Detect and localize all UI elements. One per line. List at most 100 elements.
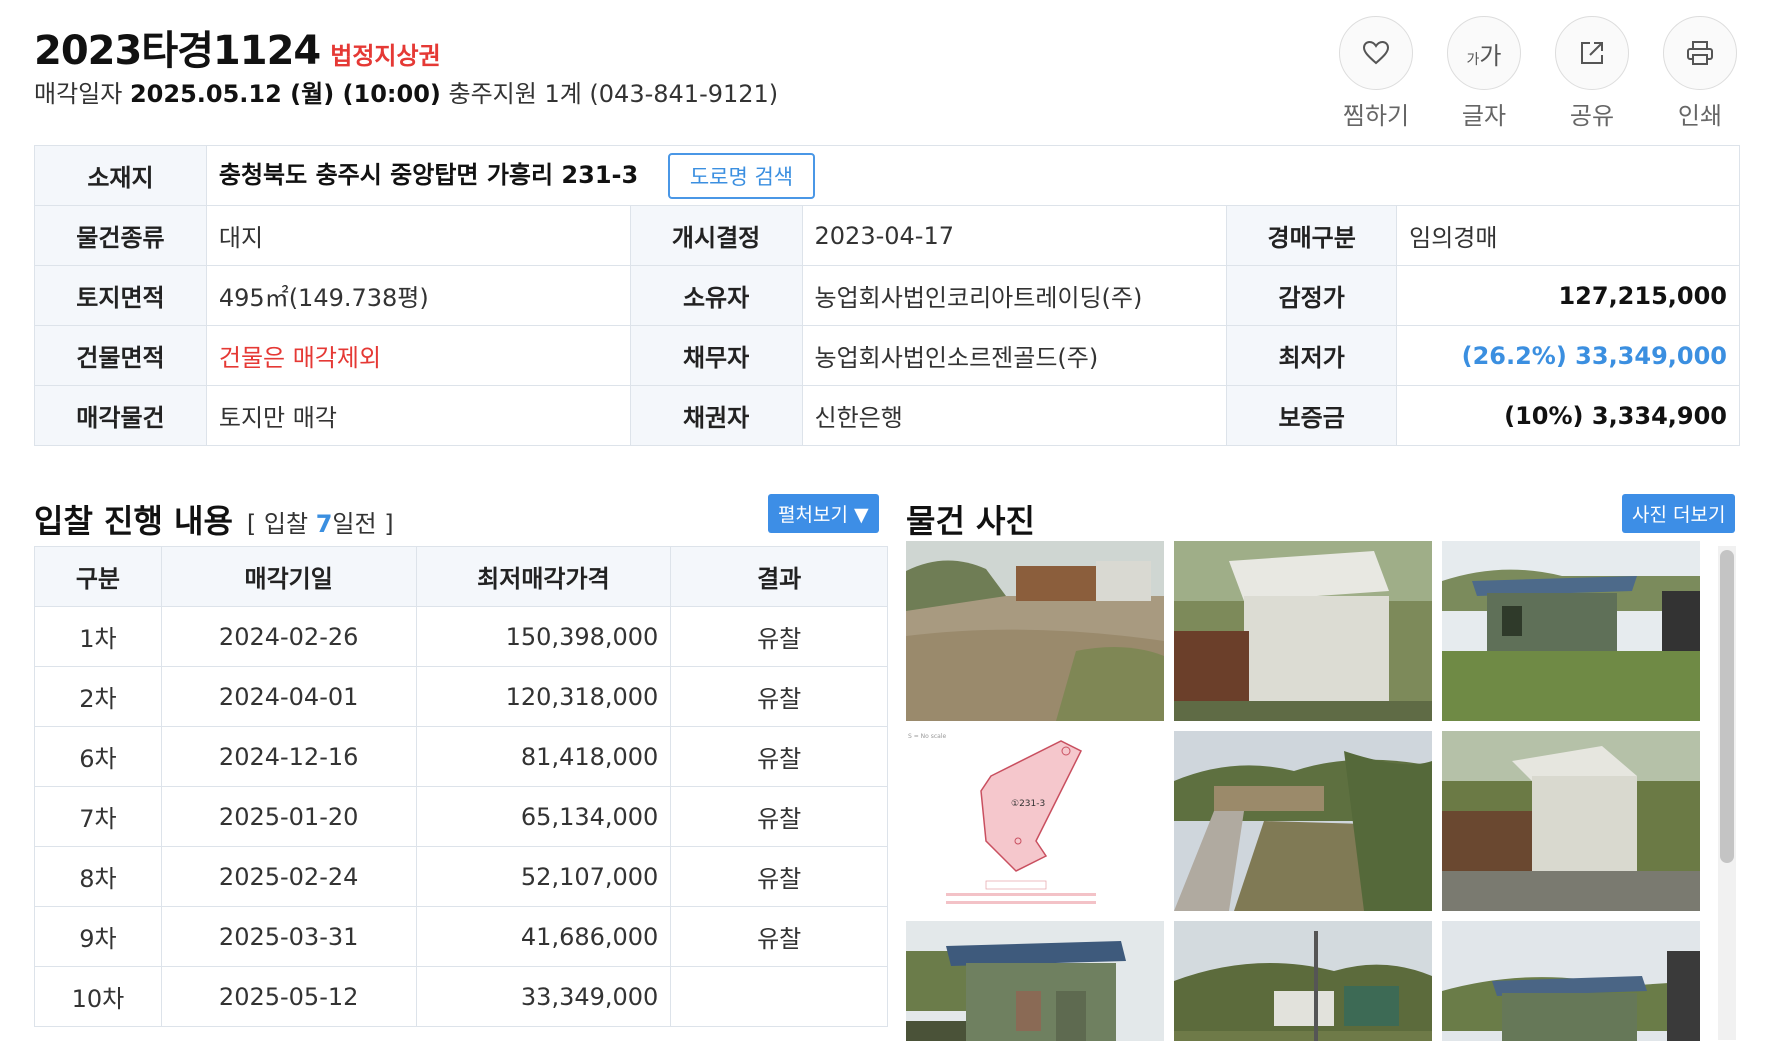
info-value: 495㎡(149.738평) <box>205 265 631 326</box>
property-map[interactable]: S = No scale ①231-3 <box>906 731 1164 911</box>
price-cell: 52,107,000 <box>415 846 672 907</box>
info-row: 물건종류 대지 개시결정 2023-04-17 경매구분 임의경매 <box>34 205 1740 266</box>
print-icon <box>1687 41 1713 65</box>
action-bar: 찜하기 가가 글자 공유 인쇄 <box>1338 16 1738 131</box>
font-size-label: 글자 <box>1461 102 1507 130</box>
favorite-button[interactable]: 찜하기 <box>1338 16 1414 131</box>
address-value: 충청북도 충주시 중앙탑면 가흥리 231-3 <box>218 160 639 189</box>
info-label: 경매구분 <box>1226 205 1398 266</box>
property-photo[interactable] <box>1442 921 1700 1041</box>
column-header: 매각기일 <box>160 546 417 607</box>
column-header: 결과 <box>670 546 888 607</box>
sale-info: 매각일자 2025.05.12 (월) (10:00) 충주지원 1계 (043… <box>34 74 778 109</box>
property-photo[interactable] <box>1174 541 1432 721</box>
date-cell: 2024-04-01 <box>160 666 417 727</box>
round-cell: 6차 <box>34 726 162 787</box>
round-cell: 7차 <box>34 786 162 847</box>
case-title: 2023타경1124 법정지상권 <box>34 18 441 76</box>
info-label: 물건종류 <box>34 205 207 266</box>
shed-photo <box>1174 541 1432 721</box>
round-cell: 10차 <box>34 966 162 1027</box>
map-photo: S = No scale ①231-3 <box>906 731 1164 911</box>
deposit-value: (10%) 3,334,900 <box>1396 385 1740 446</box>
expand-button[interactable]: 펼처보기 ▼ <box>768 494 879 533</box>
print-button[interactable]: 인쇄 <box>1662 16 1738 131</box>
info-label: 채권자 <box>629 385 803 446</box>
info-label: 소유자 <box>629 265 803 326</box>
favorite-label: 찜하기 <box>1342 102 1410 130</box>
result-cell: 유찰 <box>670 606 888 667</box>
info-value: 임의경매 <box>1396 205 1740 266</box>
info-label: 토지면적 <box>34 265 207 326</box>
share-icon <box>1581 42 1603 64</box>
price-cell: 120,318,000 <box>415 666 672 727</box>
building-excluded-value: 건물은 매각제외 <box>205 325 631 386</box>
date-cell: 2025-05-12 <box>160 966 417 1027</box>
font-size-button[interactable]: 가가 글자 <box>1446 16 1522 131</box>
column-header: 구분 <box>34 546 162 607</box>
info-value: 농업회사법인코리아트레이딩(주) <box>801 265 1228 326</box>
info-row: 토지면적 495㎡(149.738평) 소유자 농업회사법인코리아트레이딩(주)… <box>34 265 1740 326</box>
info-row: 건물면적 건물은 매각제외 채무자 농업회사법인소르젠골드(주) 최저가 (26… <box>34 325 1740 386</box>
info-label: 매각물건 <box>34 385 207 446</box>
property-photo[interactable] <box>1174 921 1432 1041</box>
price-cell: 81,418,000 <box>415 726 672 787</box>
property-photo[interactable] <box>906 541 1164 721</box>
road-search-button[interactable]: 도로명 검색 <box>667 152 816 199</box>
font-size-icon: 가가 <box>1466 41 1502 70</box>
result-cell <box>670 966 888 1027</box>
photo-scrollbar-thumb[interactable] <box>1720 550 1734 863</box>
property-info-table: 소재지 충청북도 충주시 중앙탑면 가흥리 231-3 도로명 검색 물건종류 … <box>34 145 1741 446</box>
case-number: 2023타경1124 <box>34 28 321 74</box>
info-row: 매각물건 토지만 매각 채권자 신한은행 보증금 (10%) 3,334,900 <box>34 385 1740 446</box>
address-row: 소재지 충청북도 충주시 중앙탑면 가흥리 231-3 도로명 검색 <box>34 145 1741 206</box>
price-cell: 150,398,000 <box>415 606 672 667</box>
property-photo[interactable] <box>1174 731 1432 911</box>
photo-section-title: 물건 사진 <box>906 502 1035 540</box>
table-row: 8차 2025-02-24 52,107,000 유찰 <box>34 846 888 907</box>
minimum-price-value: (26.2%) 33,349,000 <box>1396 325 1740 386</box>
result-cell: 유찰 <box>670 666 888 727</box>
shed-side-photo <box>1442 731 1700 911</box>
info-label: 최저가 <box>1226 325 1398 386</box>
result-cell: 유찰 <box>670 786 888 847</box>
property-photo[interactable] <box>906 921 1164 1041</box>
date-cell: 2024-12-16 <box>160 726 417 787</box>
bid-history-table: 구분 매각기일 최저매각가격 결과 1차 2024-02-26 150,398,… <box>34 546 888 1027</box>
photo-grid: S = No scale ①231-3 <box>906 541 1716 1041</box>
svg-text:S = No scale: S = No scale <box>908 733 946 740</box>
more-photos-button[interactable]: 사진 더보기 <box>1622 494 1736 533</box>
round-cell: 1차 <box>34 606 162 667</box>
table-row: 7차 2025-01-20 65,134,000 유찰 <box>34 786 888 847</box>
property-photo[interactable] <box>1442 731 1700 911</box>
info-value: 2023-04-17 <box>801 205 1228 266</box>
bid-countdown: [ 입찰 7일전 ] <box>246 510 394 538</box>
table-header-row: 구분 매각기일 최저매각가격 결과 <box>34 546 888 607</box>
case-tag: 법정지상권 <box>330 42 441 70</box>
date-cell: 2025-01-20 <box>160 786 417 847</box>
table-row: 9차 2025-03-31 41,686,000 유찰 <box>34 906 888 967</box>
result-cell: 유찰 <box>670 846 888 907</box>
info-label: 보증금 <box>1226 385 1398 446</box>
result-cell: 유찰 <box>670 906 888 967</box>
court-info: 충주지원 1계 (043-841-9121) <box>448 80 779 108</box>
village-photo <box>1174 921 1432 1041</box>
result-cell: 유찰 <box>670 726 888 787</box>
table-row: 10차 2025-05-12 33,349,000 <box>34 966 888 1027</box>
cabin-distant-photo <box>1442 921 1700 1041</box>
info-label: 감정가 <box>1226 265 1398 326</box>
cabin-photo <box>1442 541 1700 721</box>
date-cell: 2025-03-31 <box>160 906 417 967</box>
round-cell: 9차 <box>34 906 162 967</box>
info-value: 신한은행 <box>801 385 1228 446</box>
bid-section-title: 입찰 진행 내용 <box>34 502 233 540</box>
share-button[interactable]: 공유 <box>1554 16 1630 131</box>
info-value: 농업회사법인소르젠골드(주) <box>801 325 1228 386</box>
date-cell: 2024-02-26 <box>160 606 417 667</box>
column-header: 최저매각가격 <box>415 546 672 607</box>
address-label: 소재지 <box>34 145 207 206</box>
address-cell: 충청북도 충주시 중앙탑면 가흥리 231-3 도로명 검색 <box>205 145 1741 206</box>
info-label: 개시결정 <box>629 205 803 266</box>
cabin-front-photo <box>906 921 1164 1041</box>
property-photo[interactable] <box>1442 541 1700 721</box>
